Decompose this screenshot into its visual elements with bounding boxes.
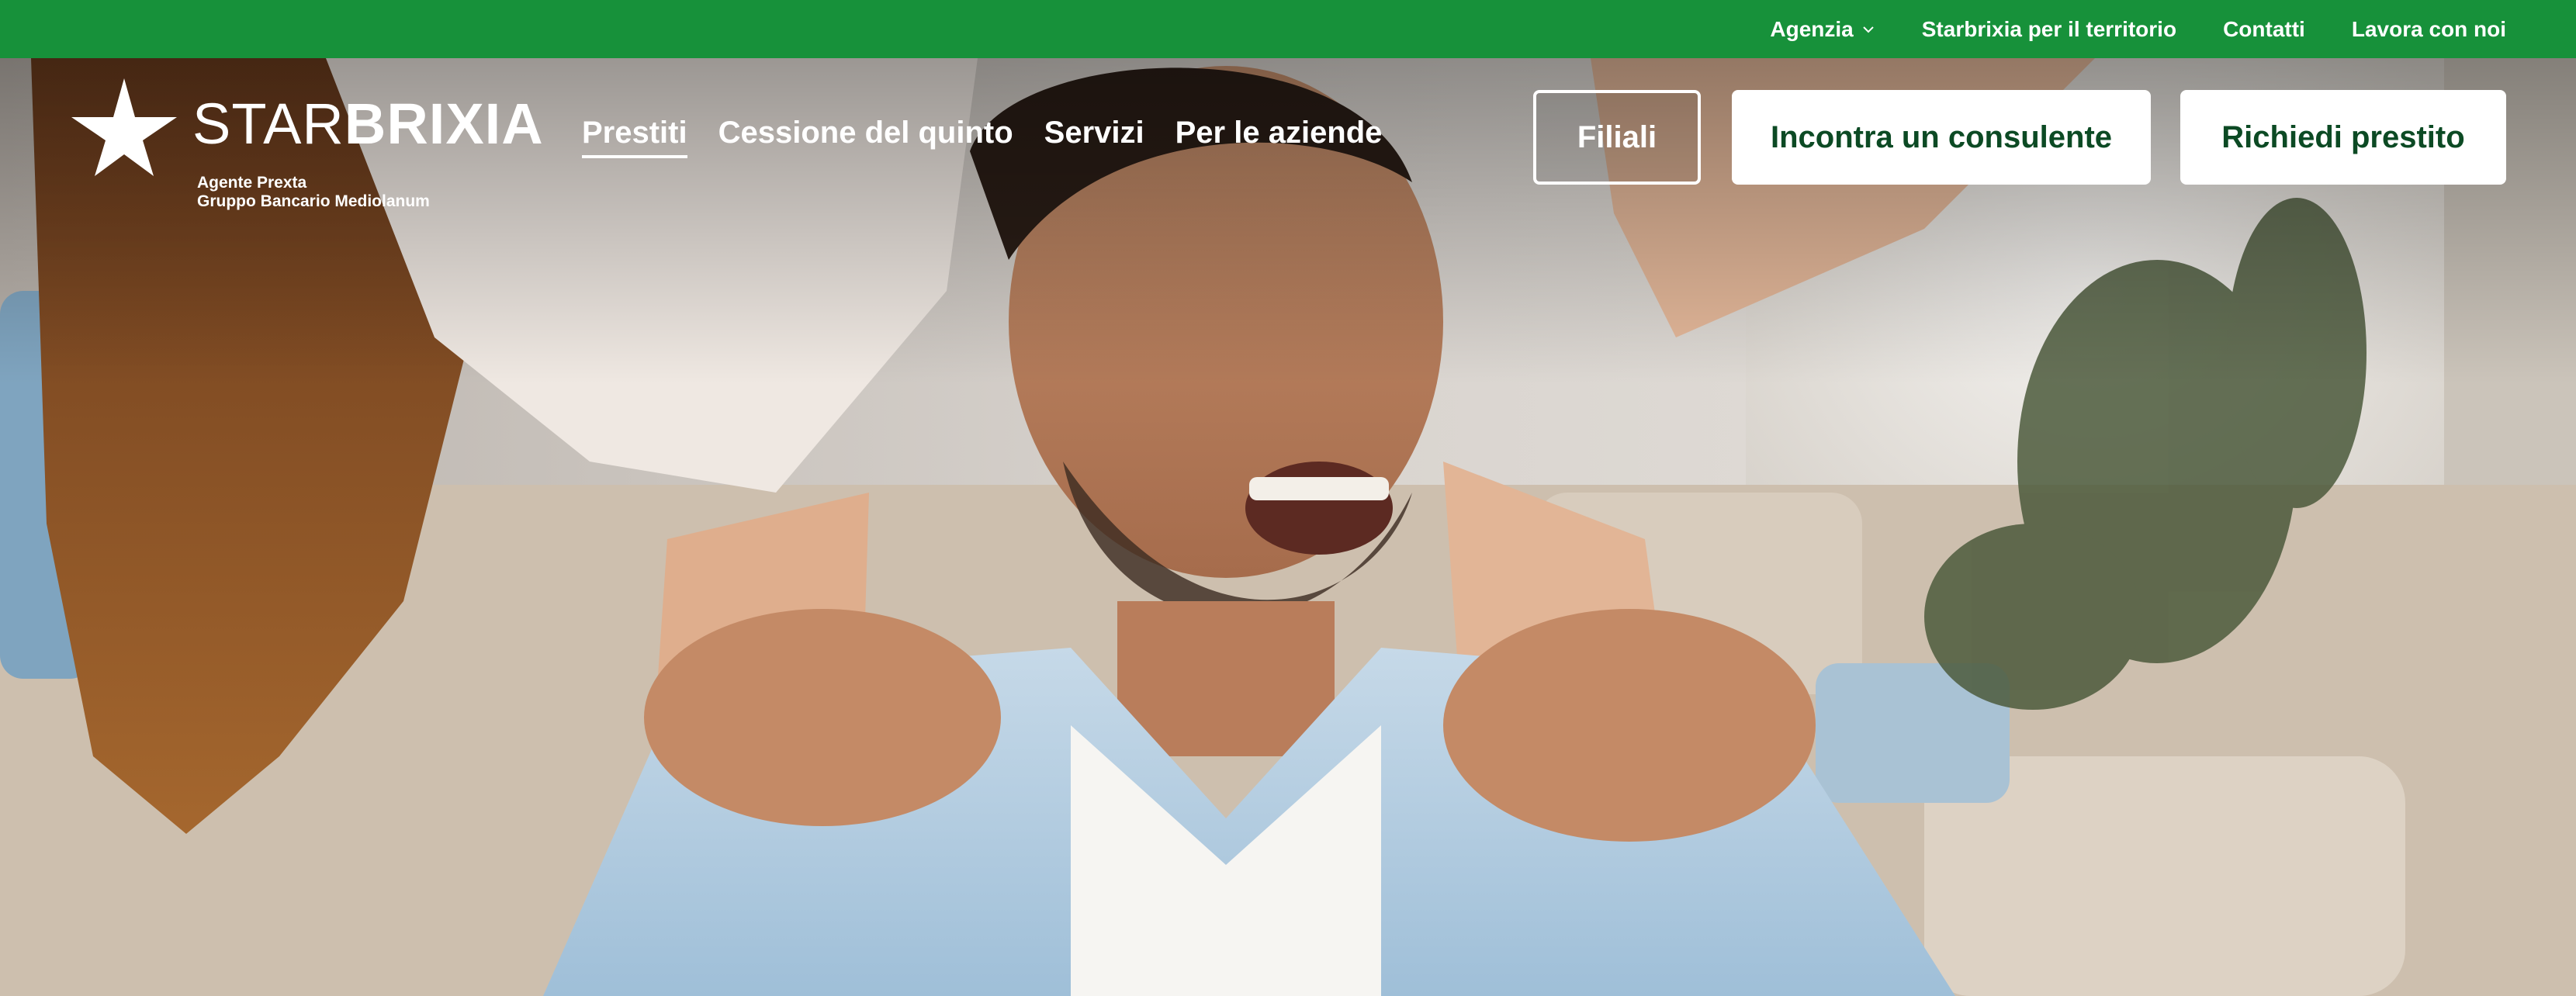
- nav-item-servizi[interactable]: Servizi: [1044, 116, 1144, 158]
- main-nav: Prestiti Cessione del quinto Servizi Per…: [582, 116, 1382, 158]
- brand-word-light: STAR: [192, 92, 345, 156]
- branches-button[interactable]: Filiali: [1533, 90, 1701, 185]
- brand-subtitle-line2: Gruppo Bancario Mediolanum: [197, 192, 430, 210]
- utility-link-contatti[interactable]: Contatti: [2223, 17, 2305, 42]
- page: Agenzia Starbrixia per il territorio Con…: [0, 0, 2576, 996]
- utility-link-lavora[interactable]: Lavora con noi: [2352, 17, 2506, 42]
- nav-item-per-le-aziende[interactable]: Per le aziende: [1175, 116, 1383, 158]
- brand-logo[interactable]: STARBRIXIA Agente Prexta Gruppo Bancario…: [70, 77, 543, 210]
- utility-link-label: Contatti: [2223, 16, 2305, 41]
- meet-consultant-button[interactable]: Incontra un consulente: [1732, 90, 2151, 185]
- main-header: STARBRIXIA Agente Prexta Gruppo Bancario…: [0, 58, 2576, 213]
- star-icon: [71, 78, 177, 176]
- utility-bar: Agenzia Starbrixia per il territorio Con…: [0, 0, 2576, 58]
- nav-item-prestiti[interactable]: Prestiti: [582, 116, 687, 158]
- chevron-down-icon: [1863, 26, 1874, 33]
- utility-link-label: Starbrixia per il territorio: [1921, 16, 2177, 41]
- nav-item-cessione-del-quinto[interactable]: Cessione del quinto: [718, 116, 1013, 158]
- brand-subtitle-line1: Agente Prexta: [197, 174, 307, 192]
- utility-link-label: Lavora con noi: [2351, 16, 2506, 41]
- request-loan-button[interactable]: Richiedi prestito: [2180, 90, 2506, 185]
- brand-subtitle: Agente Prexta Gruppo Bancario Mediolanum: [197, 174, 430, 211]
- brand-word-bold: BRIXIA: [344, 92, 544, 156]
- brand-wordmark: STARBRIXIA: [192, 95, 544, 153]
- utility-link-label: Agenzia: [1770, 16, 1854, 41]
- utility-link-agenzia[interactable]: Agenzia: [1770, 17, 1875, 42]
- utility-link-territorio[interactable]: Starbrixia per il territorio: [1922, 17, 2176, 42]
- utility-nav: Agenzia Starbrixia per il territorio Con…: [1770, 0, 2506, 58]
